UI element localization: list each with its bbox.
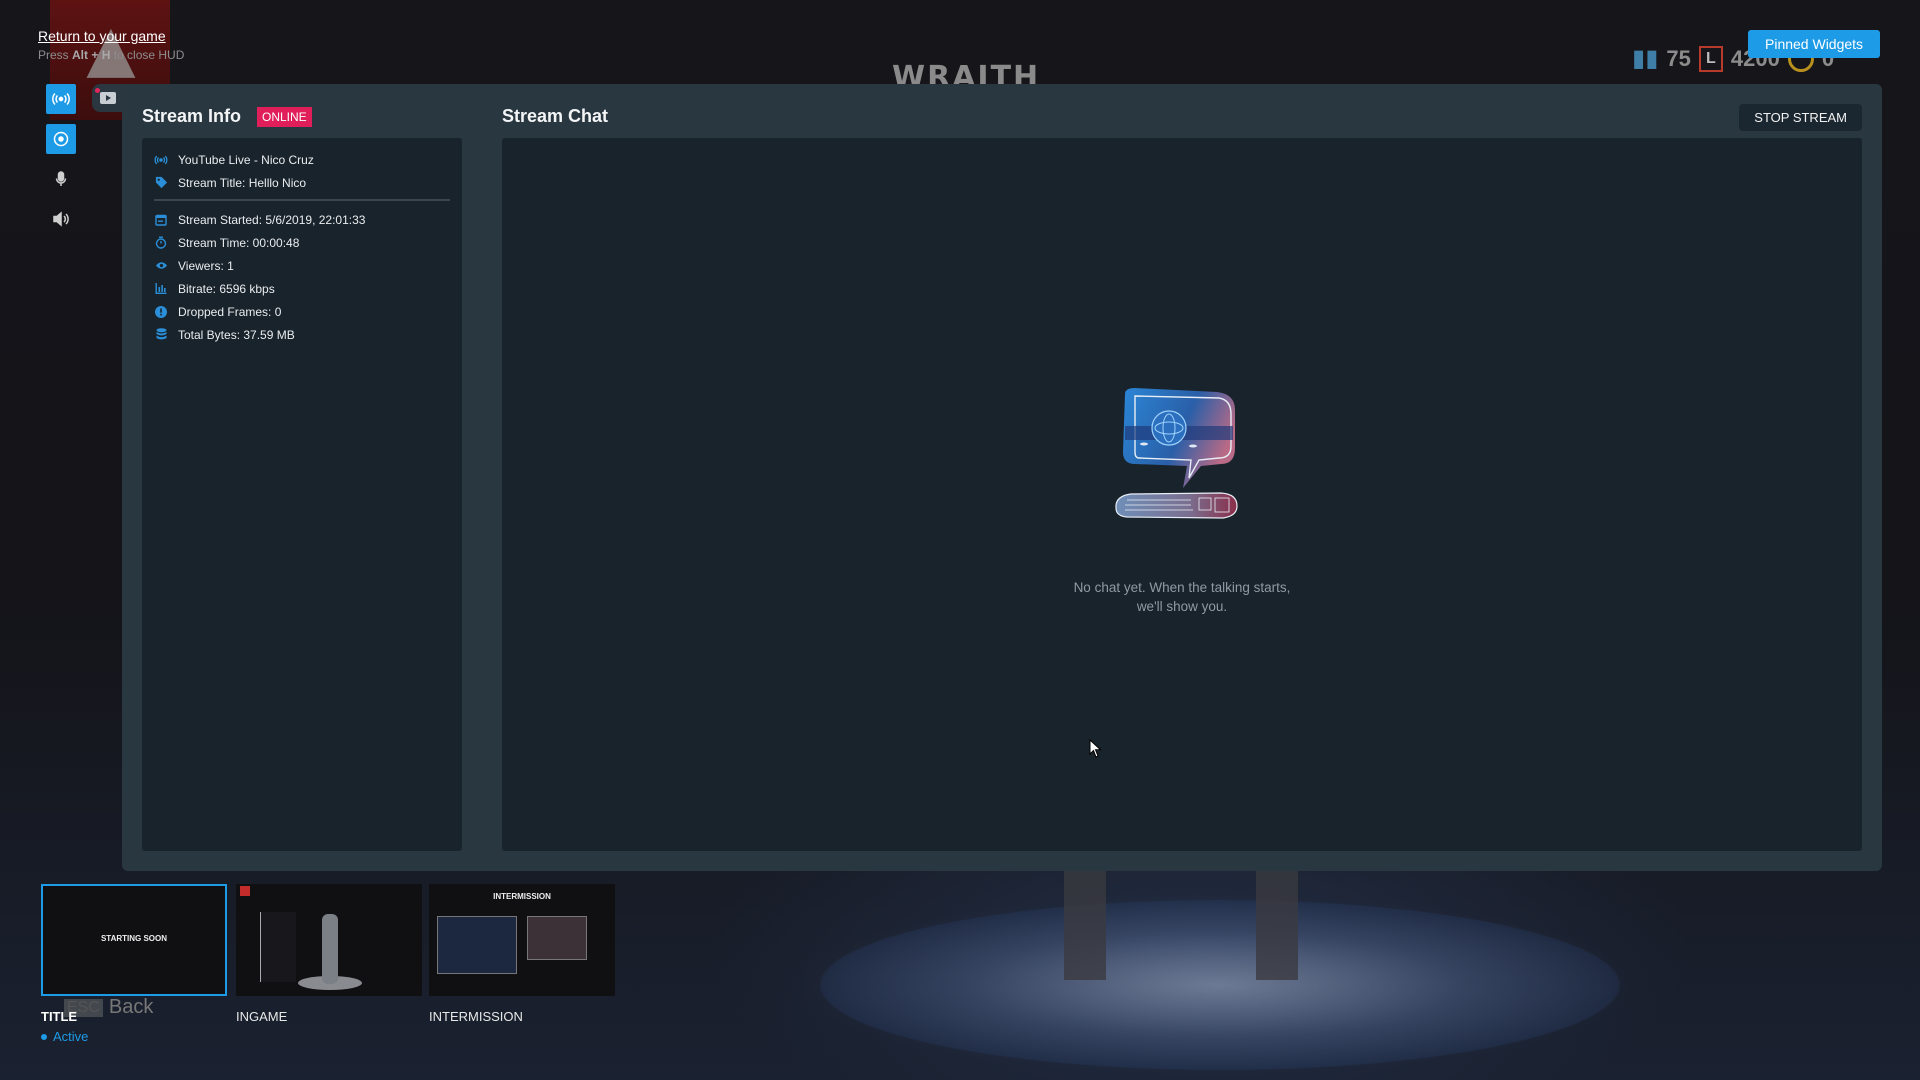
calendar-icon bbox=[154, 213, 168, 227]
scene-status-text: Active bbox=[53, 1029, 89, 1044]
scene-status: Active bbox=[41, 1029, 227, 1044]
scene-thumbnail[interactable]: STARTING SOON bbox=[41, 884, 227, 996]
alert-circle-icon bbox=[154, 305, 168, 319]
dropped-frames-text: Dropped Frames: 0 bbox=[178, 304, 282, 319]
info-row-time: Stream Time: 00:00:48 bbox=[154, 231, 450, 254]
record-button[interactable] bbox=[46, 124, 76, 154]
empty-chat-message: No chat yet. When the talking starts, we… bbox=[982, 578, 1382, 616]
thumb-text: STARTING SOON bbox=[100, 934, 168, 943]
broadcast-button[interactable] bbox=[46, 84, 76, 114]
microphone-button[interactable] bbox=[46, 164, 76, 194]
stream-info-card: YouTube Live - Nico Cruz Stream Title: H… bbox=[142, 138, 462, 851]
crafting-metals-icon: ▮▮ bbox=[1632, 45, 1659, 72]
platform-text: YouTube Live - Nico Cruz bbox=[178, 152, 314, 167]
speaker-button[interactable] bbox=[46, 204, 76, 234]
stop-stream-button[interactable]: STOP STREAM bbox=[1739, 104, 1862, 131]
thumb-webcam-frame bbox=[437, 916, 517, 974]
info-row-bitrate: Bitrate: 6596 kbps bbox=[154, 277, 450, 300]
close-hint-suffix: to close HUD bbox=[110, 48, 185, 62]
record-icon bbox=[53, 131, 69, 147]
thumb-text: INTERMISSION bbox=[493, 892, 551, 901]
pinned-widgets-button[interactable]: Pinned Widgets bbox=[1748, 30, 1881, 58]
scene-label: INGAME bbox=[236, 1009, 288, 1024]
left-rail bbox=[46, 84, 76, 244]
empty-chat-line-1: No chat yet. When the talking starts, bbox=[1073, 580, 1291, 595]
broadcast-icon bbox=[52, 92, 70, 106]
empty-chat-line-2: we'll show you. bbox=[1136, 599, 1228, 614]
stream-chat-title: Stream Chat bbox=[502, 106, 609, 126]
stream-panel: Stream Info ONLINE Stream Chat STOP STRE… bbox=[122, 84, 1882, 871]
speaker-icon bbox=[53, 211, 69, 227]
active-dot-icon bbox=[41, 1033, 47, 1040]
viewers-text: Viewers: 1 bbox=[178, 258, 234, 273]
apex-logo-icon bbox=[240, 886, 250, 896]
scene-thumbnail[interactable]: INTERMISSION bbox=[429, 884, 615, 996]
crafting-metals-count: 75 bbox=[1666, 45, 1691, 71]
scene-intermission[interactable]: INTERMISSION INTERMISSION bbox=[429, 884, 615, 1024]
bitrate-text: Bitrate: 6596 kbps bbox=[178, 281, 275, 296]
info-row-started: Stream Started: 5/6/2019, 22:01:33 bbox=[154, 208, 450, 231]
thumb-game-frame bbox=[527, 916, 587, 960]
youtube-icon bbox=[100, 92, 116, 104]
info-divider bbox=[154, 199, 450, 201]
close-hint-keys: Alt + H bbox=[72, 48, 111, 62]
microphone-icon bbox=[55, 171, 67, 186]
stream-time-text: Stream Time: 00:00:48 bbox=[178, 235, 300, 250]
thumb-character bbox=[322, 914, 338, 984]
stream-title-text: Stream Title: Helllo Nico bbox=[178, 175, 307, 190]
stream-chat-card: No chat yet. When the talking starts, we… bbox=[502, 138, 1862, 851]
info-row-dropped: Dropped Frames: 0 bbox=[154, 300, 450, 323]
info-row-title: Stream Title: Helllo Nico bbox=[154, 171, 450, 194]
info-row-platform: YouTube Live - Nico Cruz bbox=[154, 148, 450, 171]
thumb-menu bbox=[260, 912, 296, 982]
info-row-bytes: Total Bytes: 37.59 MB bbox=[154, 323, 450, 346]
status-badge: ONLINE bbox=[257, 107, 312, 127]
legend-tokens-icon: L bbox=[1698, 45, 1723, 72]
scene-title[interactable]: STARTING SOON TITLE Active bbox=[41, 884, 227, 1044]
total-bytes-text: Total Bytes: 37.59 MB bbox=[178, 327, 295, 342]
scene-label: INTERMISSION bbox=[429, 1009, 523, 1024]
broadcast-icon bbox=[154, 153, 168, 167]
mouse-cursor-icon bbox=[1089, 739, 1102, 758]
stopwatch-icon bbox=[154, 236, 168, 250]
stream-started-text: Stream Started: 5/6/2019, 22:01:33 bbox=[178, 212, 366, 227]
stream-info-title: Stream Info bbox=[142, 106, 242, 126]
bar-chart-icon bbox=[154, 282, 168, 296]
live-indicator-dot bbox=[95, 88, 100, 93]
database-icon bbox=[154, 328, 168, 342]
empty-chat-illustration-icon bbox=[1115, 388, 1238, 519]
background-character bbox=[1040, 870, 1340, 980]
return-to-game-link[interactable]: Return to your game bbox=[38, 28, 166, 44]
close-hud-hint: Press Alt + H to close HUD bbox=[38, 48, 184, 62]
scene-thumbnail[interactable] bbox=[236, 884, 422, 996]
eye-icon bbox=[154, 259, 168, 273]
tag-icon bbox=[154, 176, 168, 190]
info-row-viewers: Viewers: 1 bbox=[154, 254, 450, 277]
close-hint-prefix: Press bbox=[38, 48, 73, 62]
scene-ingame[interactable]: INGAME bbox=[236, 884, 422, 1024]
scene-label: TITLE bbox=[41, 1009, 78, 1024]
